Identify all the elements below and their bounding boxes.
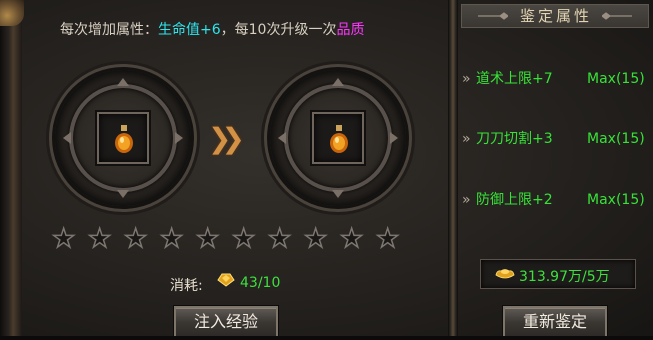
info-prefix: 每次增加属性： xyxy=(60,22,158,38)
source-item-slot[interactable] xyxy=(97,112,149,164)
star-icon: ★ xyxy=(159,224,184,254)
forward-arrows-icon: ❯❯ xyxy=(208,122,245,155)
star-icon: ★ xyxy=(87,224,112,254)
reappraise-button[interactable]: 重新鉴定 xyxy=(503,306,607,338)
potion-icon xyxy=(115,125,133,153)
info-quality: 品质 xyxy=(336,22,365,38)
double-chevron-icon: » xyxy=(462,131,471,147)
gold-ingot-icon xyxy=(217,273,235,287)
inject-experience-button[interactable]: 注入经验 xyxy=(174,306,278,338)
appraise-attributes-header: 鉴定属性 xyxy=(461,4,649,28)
star-icon: ★ xyxy=(51,224,76,254)
cost-value: 43/10 xyxy=(240,275,281,291)
source-item-medallion xyxy=(55,70,191,206)
attribute-max: Max(15) xyxy=(587,131,645,147)
title-ornament-icon xyxy=(602,12,632,20)
dragon-ornament xyxy=(0,0,24,26)
result-item-slot[interactable] xyxy=(312,112,364,164)
star-icon: ★ xyxy=(231,224,256,254)
star-icon: ★ xyxy=(267,224,292,254)
gold-value: 313.97万/5万 xyxy=(519,269,610,285)
attribute-max: Max(15) xyxy=(587,192,645,208)
attribute-name: 刀刀切割+3 xyxy=(476,131,553,147)
bottom-frame-edge xyxy=(0,336,653,340)
attribute-max: Max(15) xyxy=(587,71,645,87)
potion-icon xyxy=(330,125,348,153)
star-icon: ★ xyxy=(195,224,220,254)
cost-label: 消耗: xyxy=(170,278,203,294)
attribute-name: 防御上限+2 xyxy=(476,192,553,208)
panel-divider xyxy=(448,0,458,340)
star-icon: ★ xyxy=(375,224,400,254)
double-chevron-icon: » xyxy=(462,71,471,87)
appraise-window: 每次增加属性：生命值+6，每10次升级一次品质 ❯❯ ★ ★ ★ ★ ★ ★ ★… xyxy=(0,0,653,340)
info-middle: ，每10次升级一次 xyxy=(220,22,337,38)
info-attribute: 生命值+6 xyxy=(158,22,221,38)
star-icon: ★ xyxy=(303,224,328,254)
star-icon: ★ xyxy=(123,224,148,254)
upgrade-info-text: 每次增加属性：生命值+6，每10次升级一次品质 xyxy=(60,19,364,39)
star-icon: ★ xyxy=(339,224,364,254)
left-frame-border xyxy=(0,0,22,340)
gold-balance-box: 313.97万/5万 xyxy=(480,259,636,289)
result-item-medallion xyxy=(270,70,406,206)
gold-ingot-icon xyxy=(495,269,515,279)
attribute-name: 道术上限+7 xyxy=(476,71,553,87)
double-chevron-icon: » xyxy=(462,192,471,208)
